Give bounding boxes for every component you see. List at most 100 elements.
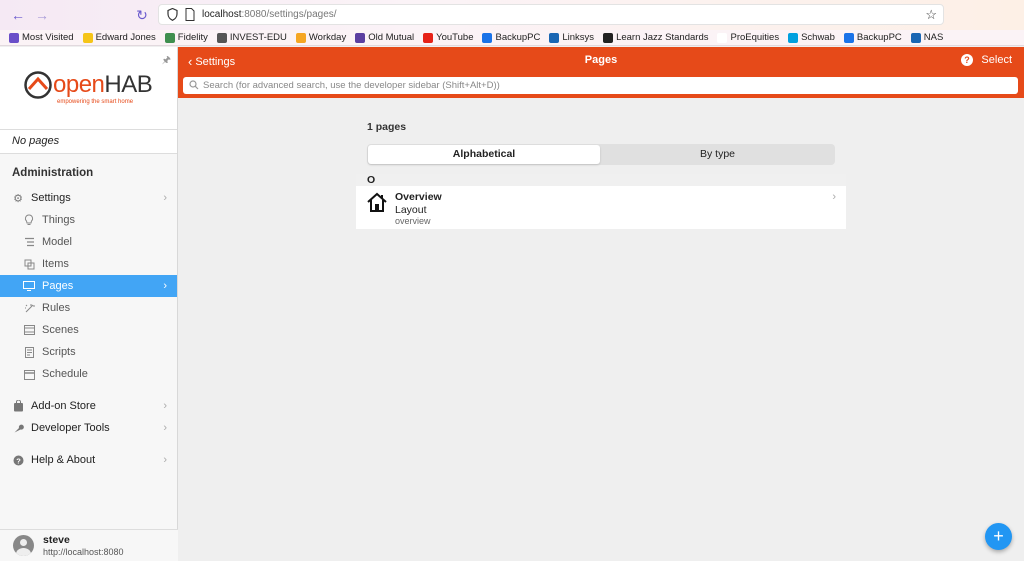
openhab-logo: openHAB empowering the smart home [23,70,153,105]
bookmark-label: Edward Jones [95,32,156,43]
bookmark-label: Learn Jazz Standards [616,32,709,43]
page-item-title: Overview [395,191,442,203]
chevron-right-icon: › [832,191,836,203]
schwab-icon [788,32,799,43]
fidelity-icon [164,32,175,43]
script-icon [23,346,35,358]
items-icon [23,258,35,270]
bookmark-star-icon[interactable]: ☆ [925,7,937,23]
reload-icon[interactable]: ↻ [133,6,151,24]
building-icon [216,32,227,43]
bookmark-label: Workday [308,32,347,43]
model-icon [23,236,35,248]
bookmark-item[interactable]: Most Visited [9,32,74,43]
sidebar-item-label: Scenes [42,324,79,336]
bookmark-label: ProEquities [730,32,780,43]
bookmark-label: BackupPC [856,32,902,43]
bookmark-item[interactable]: YouTube [423,32,473,43]
sidebar-item-pages[interactable]: Pages › [0,275,177,297]
searchbar [183,77,1018,94]
sidebar-item-things[interactable]: Things [0,209,177,231]
add-page-button[interactable]: + [985,523,1012,550]
logo-hab: HAB [104,71,153,98]
sidebar-item-schedule[interactable]: Schedule [0,363,177,385]
bookmark-item[interactable]: Learn Jazz Standards [603,32,708,43]
bookmark-label: NAS [923,32,944,43]
sidebar-item-addon-store[interactable]: Add-on Store › [0,395,177,417]
sidebar-item-label: Developer Tools [31,422,110,434]
bookmark-label: YouTube [436,32,474,43]
tab-alphabetical[interactable]: Alphabetical [368,145,600,164]
sidebar-item-rules[interactable]: Rules [0,297,177,319]
logo-open: open [53,71,105,98]
bookmark-item[interactable]: BackupPC [843,32,902,43]
shield-icon[interactable] [167,8,178,21]
list-item[interactable]: Overview Layout overview › [356,186,846,229]
list-group-title: O [356,174,846,186]
sidebar: 🖈 openHAB empowering the smart home No p… [0,47,178,561]
bookmark-label: BackupPC [495,32,541,43]
user-server-url: http://localhost:8080 [43,547,124,557]
sidebar-item-scenes[interactable]: Scenes [0,319,177,341]
sidebar-item-scripts[interactable]: Scripts [0,341,177,363]
back-arrow-icon[interactable]: ← [9,6,27,24]
bookmark-item[interactable]: ProEquities [717,32,779,43]
help-icon[interactable]: ? [961,54,973,66]
address-bar[interactable]: localhost:8080/settings/pages/ ☆ [158,4,944,25]
film-icon [23,324,35,336]
chevron-right-icon: › [163,192,167,204]
sidebar-item-model[interactable]: Model [0,231,177,253]
chevron-right-icon: › [163,422,167,434]
sidebar-item-label: Rules [42,302,71,314]
bookmark-item[interactable]: INVEST-EDU [216,32,287,43]
sidebar-item-items[interactable]: Items [0,253,177,275]
openhab-logo-icon [24,71,52,99]
edward-jones-icon [82,32,93,43]
bookmark-item[interactable]: NAS [910,32,944,43]
sidebar-item-label: Help & About [31,454,96,466]
page-item-uid: overview [395,216,431,226]
no-pages-label: No pages [0,130,177,154]
chevron-right-icon: › [163,280,167,292]
file-icon [482,32,493,43]
browser-toolbar: ← → ↻ localhost:8080/settings/pages/ ☆ [0,0,1024,30]
navbar: ‹ Settings Pages ? Select [178,47,1024,98]
url-text[interactable]: localhost:8080/settings/pages/ [202,9,337,20]
bookmark-item[interactable]: BackupPC [482,32,540,43]
gear-icon [9,32,19,43]
page-title: Pages [584,54,618,66]
bookmark-item[interactable]: Edward Jones [82,32,156,43]
select-button[interactable]: Select [981,54,1012,66]
forward-arrow-icon[interactable]: → [33,6,51,24]
help-circle-icon: ? [12,454,24,466]
globe-icon [355,32,366,43]
sidebar-item-settings[interactable]: ⚙ Settings › [0,187,177,209]
wrench-icon [12,422,24,434]
pin-icon[interactable]: 🖈 [162,53,171,70]
sidebar-item-label: Pages [42,280,74,292]
bookmark-item[interactable]: Fidelity [164,32,208,43]
tab-by-type[interactable]: By type [601,145,834,164]
workday-icon [295,32,306,43]
bookmark-label: Fidelity [177,32,208,43]
search-input[interactable] [203,78,1003,93]
svg-text:?: ? [16,456,21,465]
bookmark-label: Old Mutual [368,32,415,43]
bookmark-label: Linksys [562,32,595,43]
pages-count: 1 pages [367,121,407,133]
bookmark-item[interactable]: Workday [295,32,347,43]
view-toggle: Alphabetical By type [367,144,835,165]
linksys-icon [549,32,560,43]
bookmark-item[interactable]: Linksys [549,32,594,43]
sidebar-item-developer-tools[interactable]: Developer Tools › [0,417,177,439]
page-icon[interactable] [185,8,195,21]
user-profile[interactable]: steve http://localhost:8080 [0,529,178,561]
sidebar-item-help-about[interactable]: ? Help & About › [0,449,177,471]
nas-icon [910,32,921,43]
jazz-icon [603,32,614,43]
avatar [13,535,34,556]
bookmark-item[interactable]: Schwab [788,32,835,43]
bookmark-item[interactable]: Old Mutual [355,32,414,43]
proequities-icon [717,32,728,43]
